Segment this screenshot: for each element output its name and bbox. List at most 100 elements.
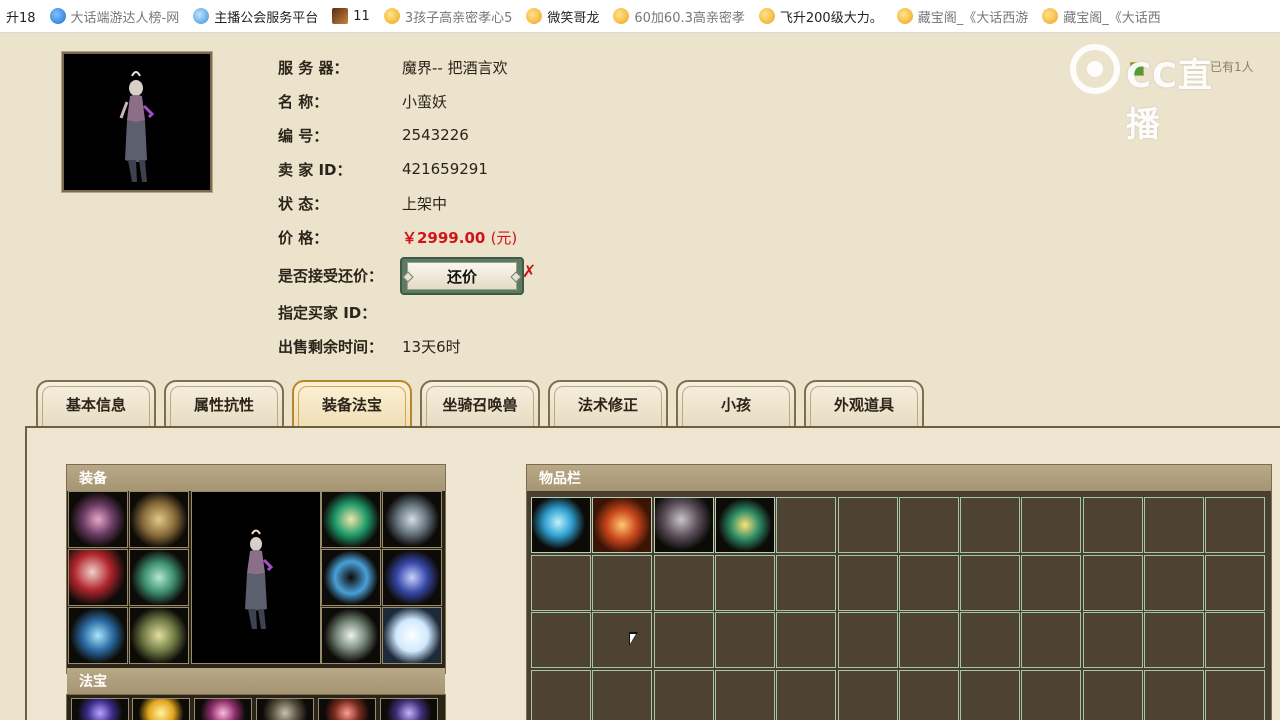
inventory-slot[interactable] — [1205, 555, 1265, 611]
silver-necklace-icon[interactable] — [382, 491, 442, 548]
dark-orb-icon[interactable] — [382, 549, 442, 606]
bookmarks-bar: 升18 大话端游达人榜-网 主播公会服务平台 11 3孩子高亲密孝心5 微笑哥龙… — [0, 0, 1280, 33]
bookmark-label: 3孩子高亲密孝心5 — [404, 10, 513, 26]
inventory-slot[interactable] — [776, 612, 836, 668]
green-mask-icon[interactable] — [321, 491, 381, 548]
smile-icon — [526, 8, 543, 24]
inventory-slot[interactable] — [654, 670, 714, 720]
bookmark-8[interactable]: 藏宝阁_《大话西游 — [891, 0, 1037, 32]
inventory-slot[interactable] — [776, 670, 836, 720]
inventory-slot[interactable] — [654, 555, 714, 611]
blue-chain-icon[interactable] — [531, 497, 591, 553]
inventory-slot[interactable] — [1205, 612, 1265, 668]
inventory-slot[interactable] — [715, 555, 775, 611]
inventory-slot[interactable] — [1205, 497, 1265, 553]
fabao-slot-4-icon[interactable] — [256, 698, 314, 720]
fire-cloak-icon[interactable] — [592, 497, 652, 553]
inventory-slot[interactable] — [960, 612, 1020, 668]
inventory-slot[interactable] — [899, 555, 959, 611]
tab-appearance[interactable]: 外观道具 — [804, 380, 924, 427]
seller-label: 卖 家 ID： — [278, 160, 352, 179]
inventory-slot[interactable] — [592, 670, 652, 720]
inventory-slot[interactable] — [592, 555, 652, 611]
blue-gauntlet-icon[interactable] — [68, 607, 128, 664]
tab-mounts-summons[interactable]: 坐骑召唤兽 — [420, 380, 540, 427]
inventory-slot[interactable] — [838, 555, 898, 611]
inventory-slot[interactable] — [1083, 612, 1143, 668]
bookmark-3[interactable]: 11 — [326, 0, 378, 32]
inventory-slot[interactable] — [838, 497, 898, 553]
inventory-slot[interactable] — [1083, 497, 1143, 553]
inventory-slot[interactable] — [1021, 555, 1081, 611]
inventory-slot[interactable] — [592, 612, 652, 668]
green-turtle-icon[interactable] — [715, 497, 775, 553]
inventory-slot[interactable] — [1144, 555, 1204, 611]
inventory-slot[interactable] — [1021, 497, 1081, 553]
inventory-slot[interactable] — [838, 670, 898, 720]
inventory-slot[interactable] — [715, 612, 775, 668]
inventory-slot[interactable] — [1144, 612, 1204, 668]
watermark-logo: CC直播 — [1070, 44, 1246, 145]
inventory-slot[interactable] — [960, 497, 1020, 553]
inventory-slot[interactable] — [715, 670, 775, 720]
fabao-slot-1-icon[interactable] — [71, 698, 129, 720]
inventory-slot[interactable] — [1083, 555, 1143, 611]
tab-basic-info[interactable]: 基本信息 — [36, 380, 156, 427]
bookmark-label: 飞升200级大力。 — [779, 10, 883, 26]
close-icon[interactable]: ✗ — [522, 262, 536, 282]
inventory-slot[interactable] — [960, 555, 1020, 611]
inventory-slot[interactable] — [899, 497, 959, 553]
bargain-button[interactable]: 还价 — [400, 257, 524, 295]
inventory-slot[interactable] — [899, 670, 959, 720]
gold-boots-icon[interactable] — [129, 607, 189, 664]
inventory-slot[interactable] — [1083, 670, 1143, 720]
inventory-slot[interactable] — [776, 497, 836, 553]
tab-children[interactable]: 小孩 — [676, 380, 796, 427]
bargain-label: 是否接受还价： — [278, 266, 384, 285]
status-row: 状 态： 上架中 — [278, 188, 447, 218]
character-model — [191, 491, 321, 664]
smile-icon — [383, 8, 400, 24]
fabao-slot-5-icon[interactable] — [318, 698, 376, 720]
fabao-slot-3-icon[interactable] — [194, 698, 252, 720]
inventory-slot[interactable] — [1205, 670, 1265, 720]
inventory-slot[interactable] — [960, 670, 1020, 720]
character-figure-icon — [245, 529, 274, 629]
equipment-title: 装备 — [67, 465, 445, 491]
inventory-slot[interactable] — [531, 670, 591, 720]
bookmark-4[interactable]: 3孩子高亲密孝心5 — [378, 0, 521, 32]
inventory-slot[interactable] — [1021, 670, 1081, 720]
bookmark-1[interactable]: 大话端游达人榜-网 — [44, 0, 188, 32]
bookmark-label: 11 — [353, 8, 370, 24]
tab-equipment[interactable]: 装备法宝 — [292, 380, 412, 427]
inventory-slot[interactable] — [776, 555, 836, 611]
bookmark-6[interactable]: 60加60.3高亲密孝 — [607, 0, 753, 32]
tab-attributes[interactable]: 属性抗性 — [164, 380, 284, 427]
tab-spell-correction[interactable]: 法术修正 — [548, 380, 668, 427]
bookmark-2[interactable]: 主播公会服务平台 — [187, 0, 326, 32]
inventory-slot[interactable] — [654, 612, 714, 668]
inventory-slot[interactable] — [531, 612, 591, 668]
bookmark-5[interactable]: 微笑哥龙 — [520, 0, 607, 32]
inventory-slot[interactable] — [1021, 612, 1081, 668]
inventory-slot[interactable] — [838, 612, 898, 668]
fabao-slot-2-icon[interactable] — [132, 698, 190, 720]
fabao-slot-6-icon[interactable] — [380, 698, 438, 720]
red-sword-icon[interactable] — [68, 549, 128, 606]
bookmark-0[interactable]: 升18 — [0, 0, 44, 32]
pearl-bracelet-icon[interactable] — [321, 607, 381, 664]
inventory-slot[interactable] — [531, 555, 591, 611]
sapphire-ring-icon[interactable] — [321, 549, 381, 606]
inventory-slot[interactable] — [899, 612, 959, 668]
jellyfish-armor-icon[interactable] — [68, 491, 128, 548]
white-orb-icon[interactable] — [382, 607, 442, 664]
inventory-slot[interactable] — [1144, 670, 1204, 720]
golden-hat-icon[interactable] — [129, 491, 189, 548]
grey-fan-icon[interactable] — [654, 497, 714, 553]
bookmark-7[interactable]: 飞升200级大力。 — [753, 0, 891, 32]
tab-bar: 基本信息 属性抗性 装备法宝 坐骑召唤兽 法术修正 小孩 外观道具 — [36, 380, 932, 427]
smile-icon — [758, 8, 775, 24]
jade-pants-icon[interactable] — [129, 549, 189, 606]
bookmark-9[interactable]: 藏宝阁_《大话西 — [1036, 0, 1169, 32]
inventory-slot[interactable] — [1144, 497, 1204, 553]
